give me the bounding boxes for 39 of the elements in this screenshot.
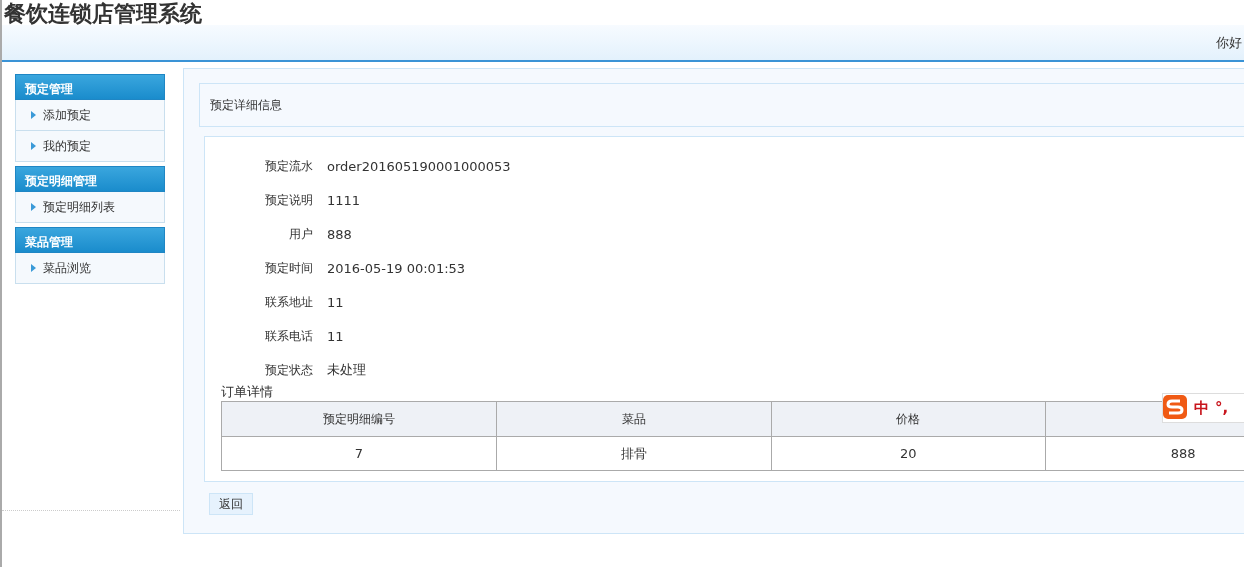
field-label: 预定时间 bbox=[264, 259, 313, 277]
field-value: 1111 bbox=[327, 192, 361, 208]
field-value: 11 bbox=[327, 294, 344, 310]
table-cell: 7 bbox=[221, 436, 497, 471]
field-value: order201605190001000053 bbox=[327, 158, 511, 174]
field-value: 11 bbox=[327, 328, 344, 344]
sidebar-item[interactable]: 菜品浏览 bbox=[15, 253, 165, 284]
table-cell: 20 bbox=[771, 436, 1046, 471]
sidebar-item[interactable]: 添加预定 bbox=[15, 100, 165, 131]
app-title: 餐饮连锁店管理系统 bbox=[3, 0, 203, 25]
sidebar-group-title: 预定明细管理 bbox=[15, 166, 165, 192]
table-caption: 订单详情 bbox=[221, 383, 274, 401]
field-label: 预定流水 bbox=[264, 157, 313, 175]
back-button[interactable]: 返回 bbox=[209, 493, 253, 515]
field-label: 用户 bbox=[288, 225, 313, 243]
column-header: 价格 bbox=[771, 401, 1046, 437]
triangle-icon bbox=[31, 203, 36, 211]
field-value: 2016-05-19 00:01:53 bbox=[327, 260, 466, 276]
field-label: 联系地址 bbox=[264, 293, 313, 311]
field-label: 预定状态 bbox=[264, 361, 313, 379]
triangle-icon bbox=[31, 264, 36, 272]
ime-punctuation[interactable]: °, bbox=[1215, 399, 1229, 417]
greeting: 你好 bbox=[1216, 33, 1242, 52]
field-value: 888 bbox=[327, 226, 352, 242]
panel-title: 预定详细信息 bbox=[199, 83, 1244, 127]
field-value: 未处理 bbox=[327, 361, 366, 379]
triangle-icon bbox=[31, 111, 36, 119]
triangle-icon bbox=[31, 142, 36, 150]
ime-logo-icon[interactable] bbox=[1162, 393, 1188, 420]
sidebar-group-title: 预定管理 bbox=[15, 74, 165, 100]
sidebar-item[interactable]: 预定明细列表 bbox=[15, 192, 165, 223]
table-cell: 排骨 bbox=[496, 436, 771, 471]
column-header: 菜品 bbox=[496, 401, 771, 437]
sidebar-group-title: 菜品管理 bbox=[15, 227, 165, 253]
field-label: 预定说明 bbox=[264, 191, 313, 209]
field-label: 联系电话 bbox=[264, 327, 313, 345]
ime-mode[interactable]: 中 bbox=[1194, 398, 1209, 418]
sidebar-item[interactable]: 我的预定 bbox=[15, 131, 165, 162]
column-header: 预定明细编号 bbox=[221, 401, 497, 437]
